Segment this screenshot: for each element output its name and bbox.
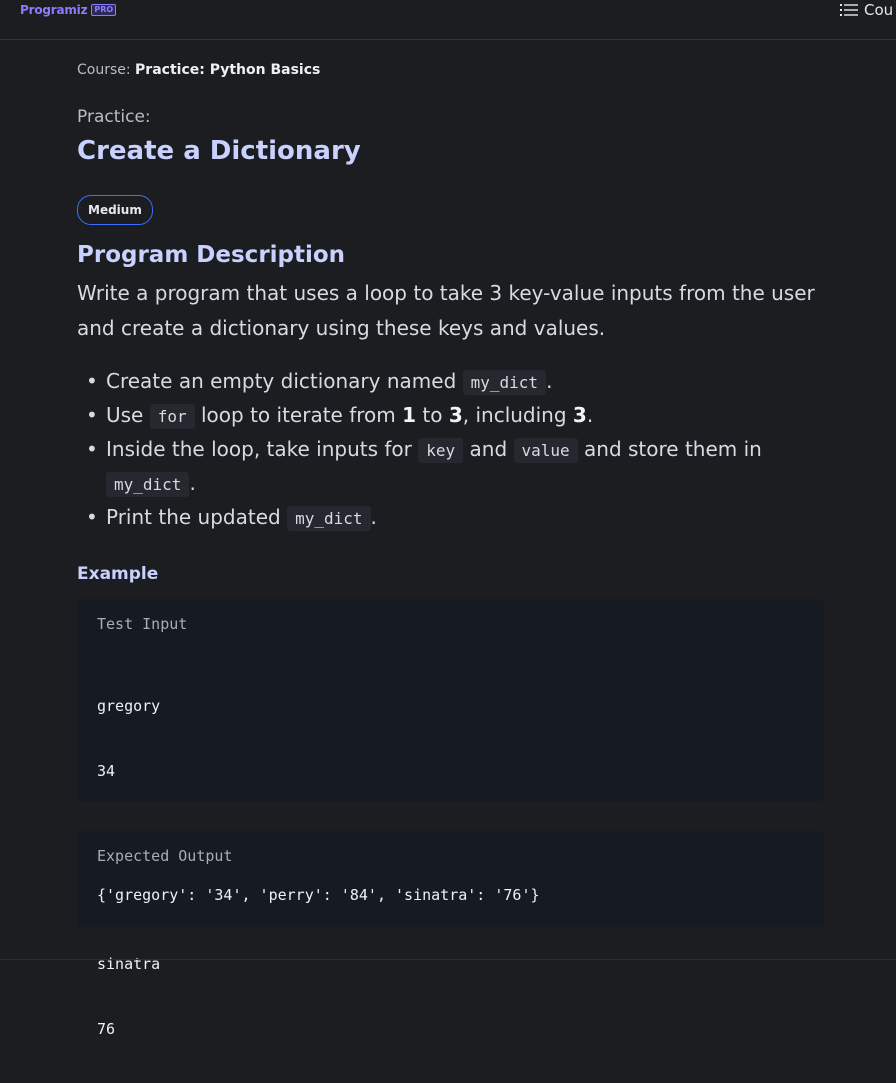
test-input-line: 34 bbox=[97, 761, 116, 780]
expected-output-label: Expected Output bbox=[97, 847, 233, 865]
program-description-text: Write a program that uses a loop to take… bbox=[77, 281, 815, 340]
breadcrumb-course-link[interactable]: Practice: Python Basics bbox=[135, 62, 320, 78]
test-input-line: sinatra bbox=[97, 955, 161, 973]
instruction-text: loop to iterate from bbox=[194, 403, 403, 427]
inline-code: my_dict bbox=[287, 506, 371, 531]
instruction-text: Create an empty dictionary named bbox=[106, 369, 463, 393]
top-navigation-bar: Programiz PRO Cou bbox=[0, 0, 896, 40]
test-input-label: Test Input bbox=[97, 615, 188, 633]
programiz-logo[interactable]: Programiz PRO bbox=[20, 3, 117, 17]
instructions-list: Create an empty dictionary named my_dict… bbox=[77, 365, 836, 535]
expected-output-box: Expected Output {'gregory': '34', 'perry… bbox=[77, 831, 824, 927]
instruction-item: Create an empty dictionary named my_dict… bbox=[86, 365, 836, 399]
test-input-line: 76 bbox=[97, 1019, 116, 1038]
breadcrumb: Course: Practice: Python Basics bbox=[77, 62, 320, 78]
difficulty-badge: Medium bbox=[77, 195, 153, 225]
pro-badge: PRO bbox=[91, 4, 117, 16]
instruction-text: . bbox=[189, 471, 196, 495]
practice-label: Practice: bbox=[77, 107, 151, 127]
bold-number: 1 bbox=[402, 403, 417, 427]
instruction-text: . bbox=[546, 369, 553, 393]
program-description-heading: Program Description bbox=[77, 242, 346, 268]
instruction-item: Print the updated my_dict. bbox=[86, 501, 836, 535]
instruction-item: Inside the loop, take inputs for key and… bbox=[86, 433, 836, 501]
logo-text: Programiz bbox=[20, 3, 88, 17]
courses-menu-label: Cou bbox=[864, 1, 894, 19]
instruction-text: to bbox=[416, 403, 449, 427]
inline-code: for bbox=[149, 404, 195, 429]
instruction-text: Use bbox=[106, 403, 150, 427]
divider bbox=[0, 959, 896, 960]
breadcrumb-prefix: Course: bbox=[77, 62, 136, 78]
inline-code: my_dict bbox=[106, 472, 190, 497]
instruction-text: , including bbox=[462, 403, 573, 427]
instruction-text: Print the updated bbox=[106, 505, 288, 529]
instruction-text: Inside the loop, take inputs for bbox=[106, 437, 419, 461]
courses-menu-button[interactable]: Cou bbox=[840, 0, 896, 20]
bold-number: 3 bbox=[572, 403, 587, 427]
instruction-text: . bbox=[586, 403, 594, 427]
bold-number: 3 bbox=[448, 403, 463, 427]
test-input-box: Test Input gregory 34 perry 84 sinatra 7… bbox=[77, 599, 824, 1038]
test-input-line: gregory bbox=[97, 697, 161, 715]
inline-code: key bbox=[418, 438, 464, 463]
example-heading: Example bbox=[77, 564, 159, 584]
expected-output-text: {'gregory': '34', 'perry': '84', 'sinatr… bbox=[97, 886, 540, 904]
list-menu-icon bbox=[840, 4, 858, 16]
page-title: Create a Dictionary bbox=[77, 136, 361, 166]
inline-code: value bbox=[513, 438, 578, 463]
inline-code: my_dict bbox=[462, 370, 547, 395]
instruction-text: and store them in bbox=[577, 437, 762, 461]
instruction-text: and bbox=[463, 437, 514, 461]
instruction-text: . bbox=[370, 505, 377, 529]
instruction-item: Use for loop to iterate from 1 to 3, inc… bbox=[86, 399, 836, 433]
